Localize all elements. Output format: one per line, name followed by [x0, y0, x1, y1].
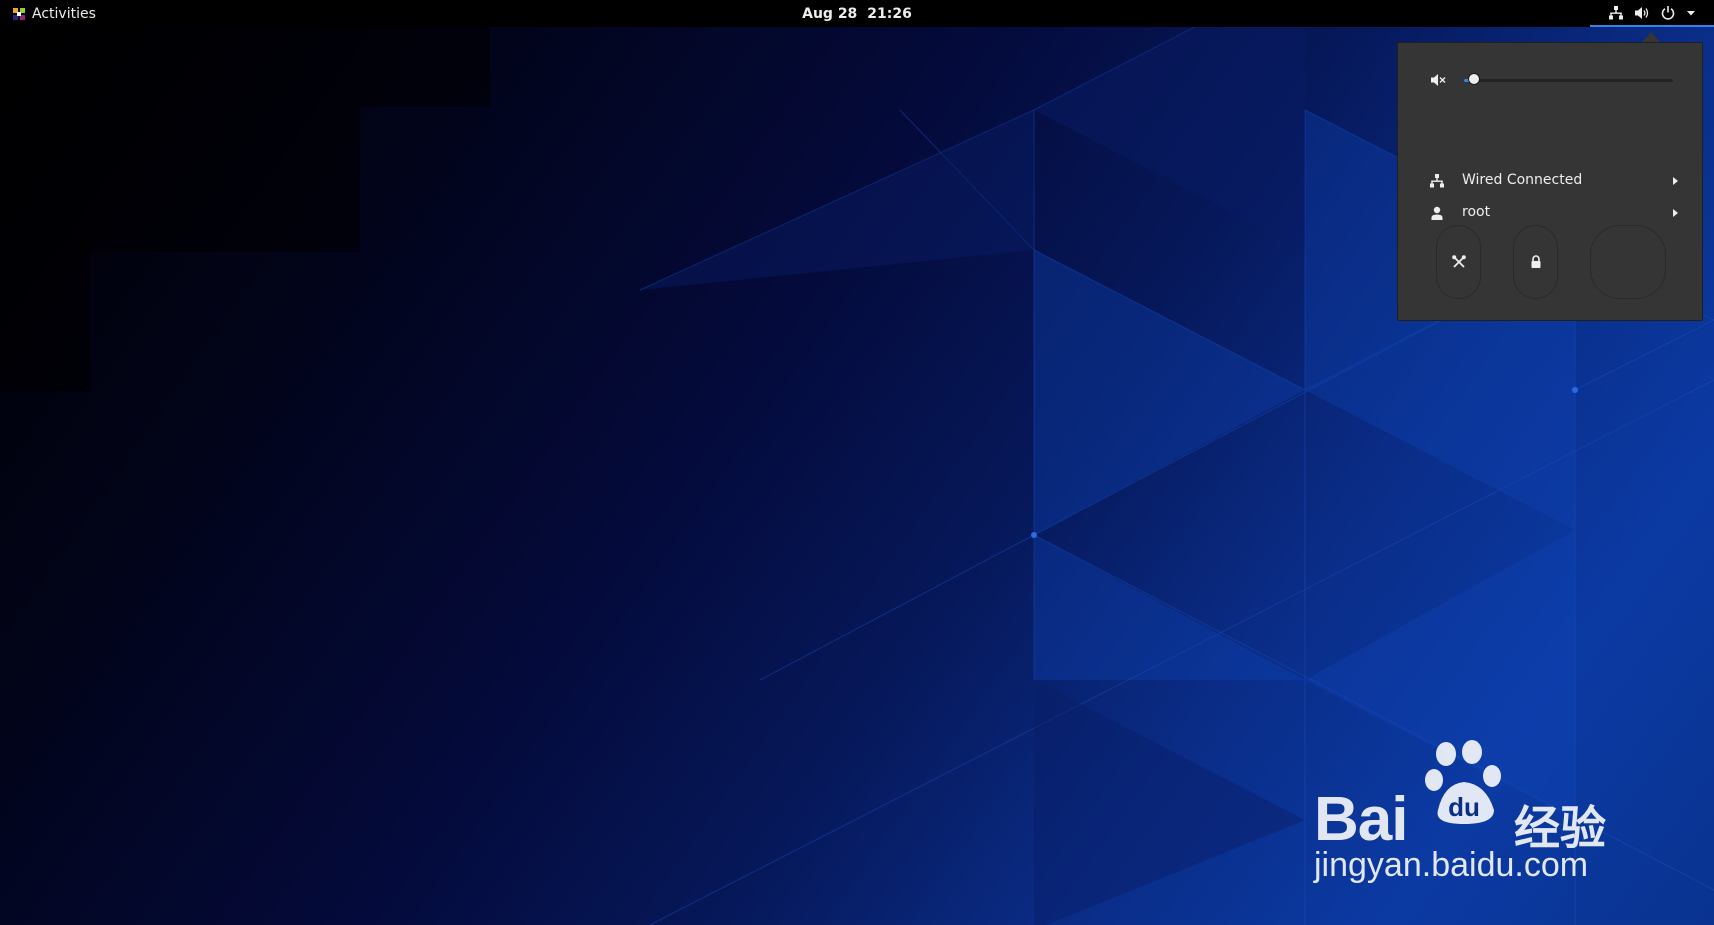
- submenu-arrow-icon: [1672, 206, 1680, 220]
- lock-button[interactable]: [1513, 225, 1558, 299]
- user-icon: [1429, 205, 1445, 221]
- settings-icon: [1451, 254, 1467, 270]
- volume-slider-handle[interactable]: [1468, 73, 1480, 85]
- volume-row: [1398, 65, 1702, 95]
- watermark-site: jingyan.baidu.com: [1314, 846, 1589, 884]
- power-icon: [1660, 5, 1676, 21]
- paw-text: du: [1448, 792, 1480, 822]
- menu-item-wired-network[interactable]: Wired Connected: [1398, 166, 1702, 196]
- lock-icon: [1528, 254, 1544, 270]
- network-wired-icon: [1608, 5, 1624, 21]
- volume-slider[interactable]: [1464, 73, 1673, 85]
- menu-item-label: Wired Connected: [1462, 172, 1583, 188]
- system-status-area[interactable]: [1590, 0, 1714, 27]
- activities-button[interactable]: Activities: [6, 0, 102, 27]
- baidu-paw-logo-icon: du: [1425, 740, 1501, 824]
- system-menu: Wired Connected root: [1397, 42, 1703, 321]
- activities-label: Activities: [32, 5, 96, 22]
- dropdown-arrow-icon: [1686, 5, 1696, 21]
- top-bar: Activities Aug 28 21:26: [0, 0, 1714, 27]
- settings-button[interactable]: [1436, 225, 1481, 299]
- clock-date: Aug 28: [802, 5, 858, 22]
- clock-time: 21:26: [867, 5, 912, 22]
- baidu-jingyan-watermark: du Bai 经验 jingyan.baidu.com: [1314, 740, 1634, 890]
- clock-button[interactable]: Aug 28 21:26: [802, 0, 912, 27]
- volume-muted-icon[interactable]: [1430, 72, 1446, 88]
- watermark-brand: Bai: [1314, 785, 1408, 854]
- submenu-arrow-icon: [1672, 174, 1680, 188]
- power-off-button[interactable]: [1590, 225, 1666, 299]
- distro-logo-icon: [12, 7, 26, 21]
- menu-item-label: root: [1462, 204, 1491, 220]
- network-wired-icon: [1429, 173, 1445, 189]
- menu-item-user[interactable]: root: [1398, 198, 1702, 228]
- volume-icon: [1634, 5, 1650, 21]
